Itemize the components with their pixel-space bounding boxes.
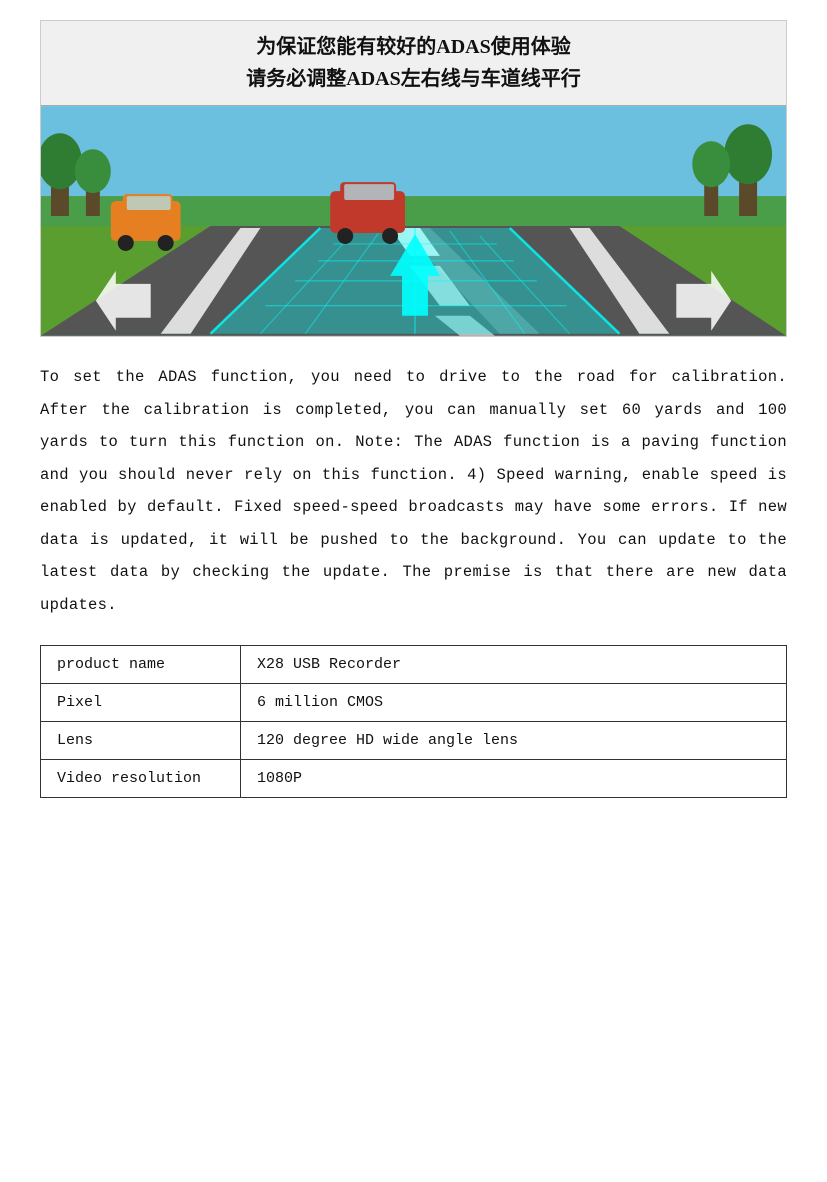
banner-line1: 为保证您能有较好的ADAS使用体验 [41, 31, 786, 63]
road-svg [41, 106, 786, 336]
table-cell-value: X28 USB Recorder [241, 646, 787, 684]
banner-text: 为保证您能有较好的ADAS使用体验 请务必调整ADAS左右线与车道线平行 [41, 21, 786, 106]
table-row: product nameX28 USB Recorder [41, 646, 787, 684]
table-row: Pixel6 million CMOS [41, 684, 787, 722]
banner-line2: 请务必调整ADAS左右线与车道线平行 [41, 63, 786, 95]
table-cell-value: 6 million CMOS [241, 684, 787, 722]
adas-image-container: 为保证您能有较好的ADAS使用体验 请务必调整ADAS左右线与车道线平行 [40, 20, 787, 337]
road-scene [41, 106, 786, 336]
table-row: Lens120 degree HD wide angle lens [41, 722, 787, 760]
specs-table: product nameX28 USB RecorderPixel6 milli… [40, 645, 787, 798]
body-text: To set the ADAS function, you need to dr… [40, 361, 787, 621]
table-cell-label: Pixel [41, 684, 241, 722]
table-row: Video resolution1080P [41, 760, 787, 798]
table-cell-value: 1080P [241, 760, 787, 798]
table-cell-label: Lens [41, 722, 241, 760]
table-cell-value: 120 degree HD wide angle lens [241, 722, 787, 760]
table-cell-label: Video resolution [41, 760, 241, 798]
table-cell-label: product name [41, 646, 241, 684]
